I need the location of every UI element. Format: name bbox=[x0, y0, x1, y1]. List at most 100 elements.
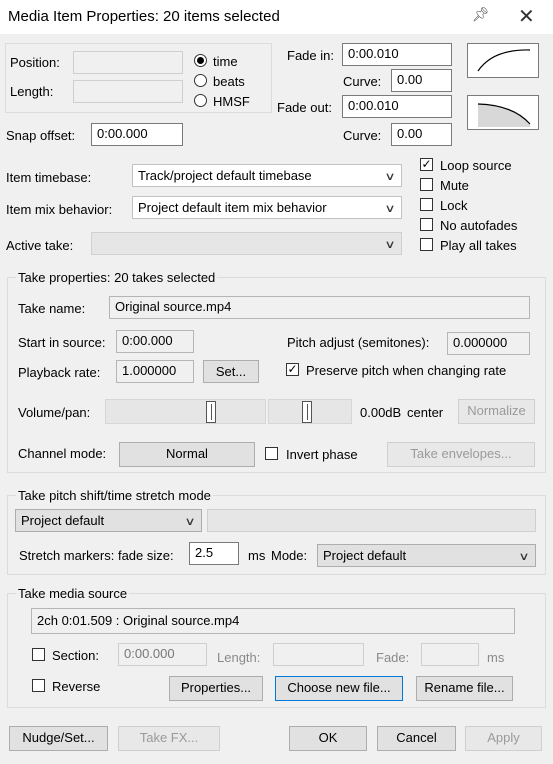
invert-phase-label: Invert phase bbox=[286, 447, 358, 462]
item-mix-label: Item mix behavior: bbox=[6, 202, 113, 217]
section-length-label: Length: bbox=[217, 650, 261, 665]
pitch-shift-mode-value: Project default bbox=[21, 513, 105, 528]
take-name-field[interactable]: Original source.mp4 bbox=[109, 296, 530, 319]
pitch-shift-mode-select[interactable]: Project default ∨ bbox=[15, 509, 202, 532]
fade-in-curve-label: Curve: bbox=[343, 74, 382, 89]
fade-out-shape-icon[interactable] bbox=[467, 95, 539, 130]
take-envelopes-button[interactable]: Take envelopes... bbox=[387, 442, 535, 467]
active-take-select[interactable]: ∨ bbox=[91, 232, 402, 255]
item-timebase-label: Item timebase: bbox=[6, 170, 92, 185]
preserve-pitch-label: Preserve pitch when changing rate bbox=[306, 363, 507, 378]
lock-label: Lock bbox=[440, 198, 468, 213]
pitch-shift-submode-field[interactable] bbox=[207, 509, 536, 532]
take-properties-title: Take properties: 20 takes selected bbox=[16, 270, 218, 285]
play-all-takes-label: Play all takes bbox=[440, 238, 517, 253]
reverse-checkbox[interactable] bbox=[32, 679, 45, 692]
volume-readout: 0.00dB bbox=[360, 405, 402, 420]
loop-source-checkbox[interactable]: ✓ bbox=[420, 158, 433, 171]
preserve-pitch-checkbox[interactable]: ✓ bbox=[286, 363, 299, 376]
invert-phase-checkbox[interactable] bbox=[265, 447, 278, 460]
length-field[interactable] bbox=[73, 80, 183, 103]
fade-out-field[interactable]: 0:00.010 bbox=[342, 95, 452, 118]
radio-time-label: time bbox=[213, 54, 238, 69]
stretch-mode-select[interactable]: Project default ∨ bbox=[317, 544, 536, 567]
pan-readout: center bbox=[407, 405, 444, 420]
play-all-takes-checkbox[interactable] bbox=[420, 238, 433, 251]
choose-new-file-button[interactable]: Choose new file... bbox=[275, 676, 403, 701]
volume-slider[interactable] bbox=[105, 399, 266, 424]
rename-file-button[interactable]: Rename file... bbox=[416, 676, 513, 701]
volume-pan-label: Volume/pan: bbox=[18, 405, 91, 420]
position-field[interactable] bbox=[73, 51, 183, 74]
section-fade-field[interactable] bbox=[421, 643, 479, 666]
pan-slider-thumb[interactable] bbox=[302, 401, 312, 423]
set-rate-button[interactable]: Set... bbox=[203, 360, 259, 383]
fade-in-label: Fade in: bbox=[287, 48, 334, 63]
chevron-down-icon: ∨ bbox=[518, 551, 530, 563]
stretch-fade-field[interactable]: 2.5 bbox=[189, 542, 239, 565]
normalize-button[interactable]: Normalize bbox=[458, 399, 535, 424]
start-in-source-label: Start in source: bbox=[18, 335, 106, 350]
fade-out-label: Fade out: bbox=[277, 100, 332, 115]
pin-icon[interactable]: 📌︎ bbox=[472, 6, 490, 23]
pitch-adjust-field[interactable]: 0.000000 bbox=[447, 332, 530, 355]
fade-out-curve-field[interactable]: 0.00 bbox=[391, 123, 452, 146]
mute-checkbox[interactable] bbox=[420, 178, 433, 191]
radio-beats-label: beats bbox=[213, 74, 245, 89]
chevron-down-icon: ∨ bbox=[184, 516, 196, 528]
reverse-label: Reverse bbox=[52, 679, 101, 694]
fade-in-field[interactable]: 0:00.010 bbox=[342, 43, 452, 66]
section-field[interactable]: 0:00.000 bbox=[118, 643, 207, 666]
item-mix-select[interactable]: Project default item mix behavior ∨ bbox=[132, 196, 402, 219]
radio-hmsf[interactable] bbox=[194, 94, 207, 107]
position-label: Position: bbox=[10, 55, 60, 70]
volume-slider-thumb[interactable] bbox=[206, 401, 216, 423]
fade-in-shape-icon[interactable] bbox=[467, 43, 539, 78]
radio-beats[interactable] bbox=[194, 74, 207, 87]
pan-slider[interactable] bbox=[268, 399, 352, 424]
apply-button[interactable]: Apply bbox=[465, 726, 542, 751]
no-autofades-checkbox[interactable] bbox=[420, 218, 433, 231]
chevron-down-icon: ∨ bbox=[384, 239, 396, 251]
nudge-set-button[interactable]: Nudge/Set... bbox=[9, 726, 108, 751]
title-bar: Media Item Properties: 20 items selected… bbox=[0, 0, 553, 34]
stretch-fade-label: Stretch markers: fade size: bbox=[19, 548, 174, 563]
cancel-button[interactable]: Cancel bbox=[377, 726, 456, 751]
radio-hmsf-label: HMSF bbox=[213, 94, 250, 109]
section-checkbox[interactable] bbox=[32, 648, 45, 661]
section-fade-ms: ms bbox=[487, 650, 505, 665]
item-timebase-select[interactable]: Track/project default timebase ∨ bbox=[132, 164, 402, 187]
media-source-field: 2ch 0:01.509 : Original source.mp4 bbox=[31, 608, 515, 634]
mute-label: Mute bbox=[440, 178, 469, 193]
playback-rate-label: Playback rate: bbox=[18, 365, 101, 380]
item-mix-value: Project default item mix behavior bbox=[138, 200, 327, 215]
take-name-label: Take name: bbox=[18, 301, 86, 316]
source-properties-button[interactable]: Properties... bbox=[169, 676, 263, 701]
playback-rate-field[interactable]: 1.000000 bbox=[116, 360, 194, 383]
section-length-field[interactable] bbox=[273, 643, 364, 666]
snap-offset-label: Snap offset: bbox=[6, 128, 76, 143]
window-title: Media Item Properties: 20 items selected bbox=[8, 8, 280, 25]
stretch-fade-ms: ms bbox=[248, 548, 266, 563]
media-source-title: Take media source bbox=[16, 586, 130, 601]
pitch-adjust-label: Pitch adjust (semitones): bbox=[287, 335, 430, 350]
chevron-down-icon: ∨ bbox=[384, 203, 396, 215]
item-timebase-value: Track/project default timebase bbox=[138, 168, 312, 183]
close-icon[interactable]: ✕ bbox=[518, 4, 535, 29]
stretch-mode-value: Project default bbox=[323, 548, 407, 563]
loop-source-label: Loop source bbox=[440, 158, 512, 173]
lock-checkbox[interactable] bbox=[420, 198, 433, 211]
take-fx-button[interactable]: Take FX... bbox=[118, 726, 220, 751]
stretch-mode-label: Mode: bbox=[271, 548, 308, 563]
start-in-source-field[interactable]: 0:00.000 bbox=[116, 330, 194, 353]
fade-in-curve-field[interactable]: 0.00 bbox=[391, 69, 452, 92]
ok-button[interactable]: OK bbox=[289, 726, 367, 751]
snap-offset-field[interactable]: 0:00.000 bbox=[91, 123, 183, 146]
chevron-down-icon: ∨ bbox=[384, 171, 396, 183]
length-label: Length: bbox=[10, 84, 54, 99]
radio-time[interactable] bbox=[194, 54, 207, 67]
channel-mode-button[interactable]: Normal bbox=[119, 442, 255, 467]
pitch-shift-title: Take pitch shift/time stretch mode bbox=[16, 488, 213, 503]
channel-mode-label: Channel mode: bbox=[18, 446, 107, 461]
fade-out-curve-label: Curve: bbox=[343, 128, 382, 143]
